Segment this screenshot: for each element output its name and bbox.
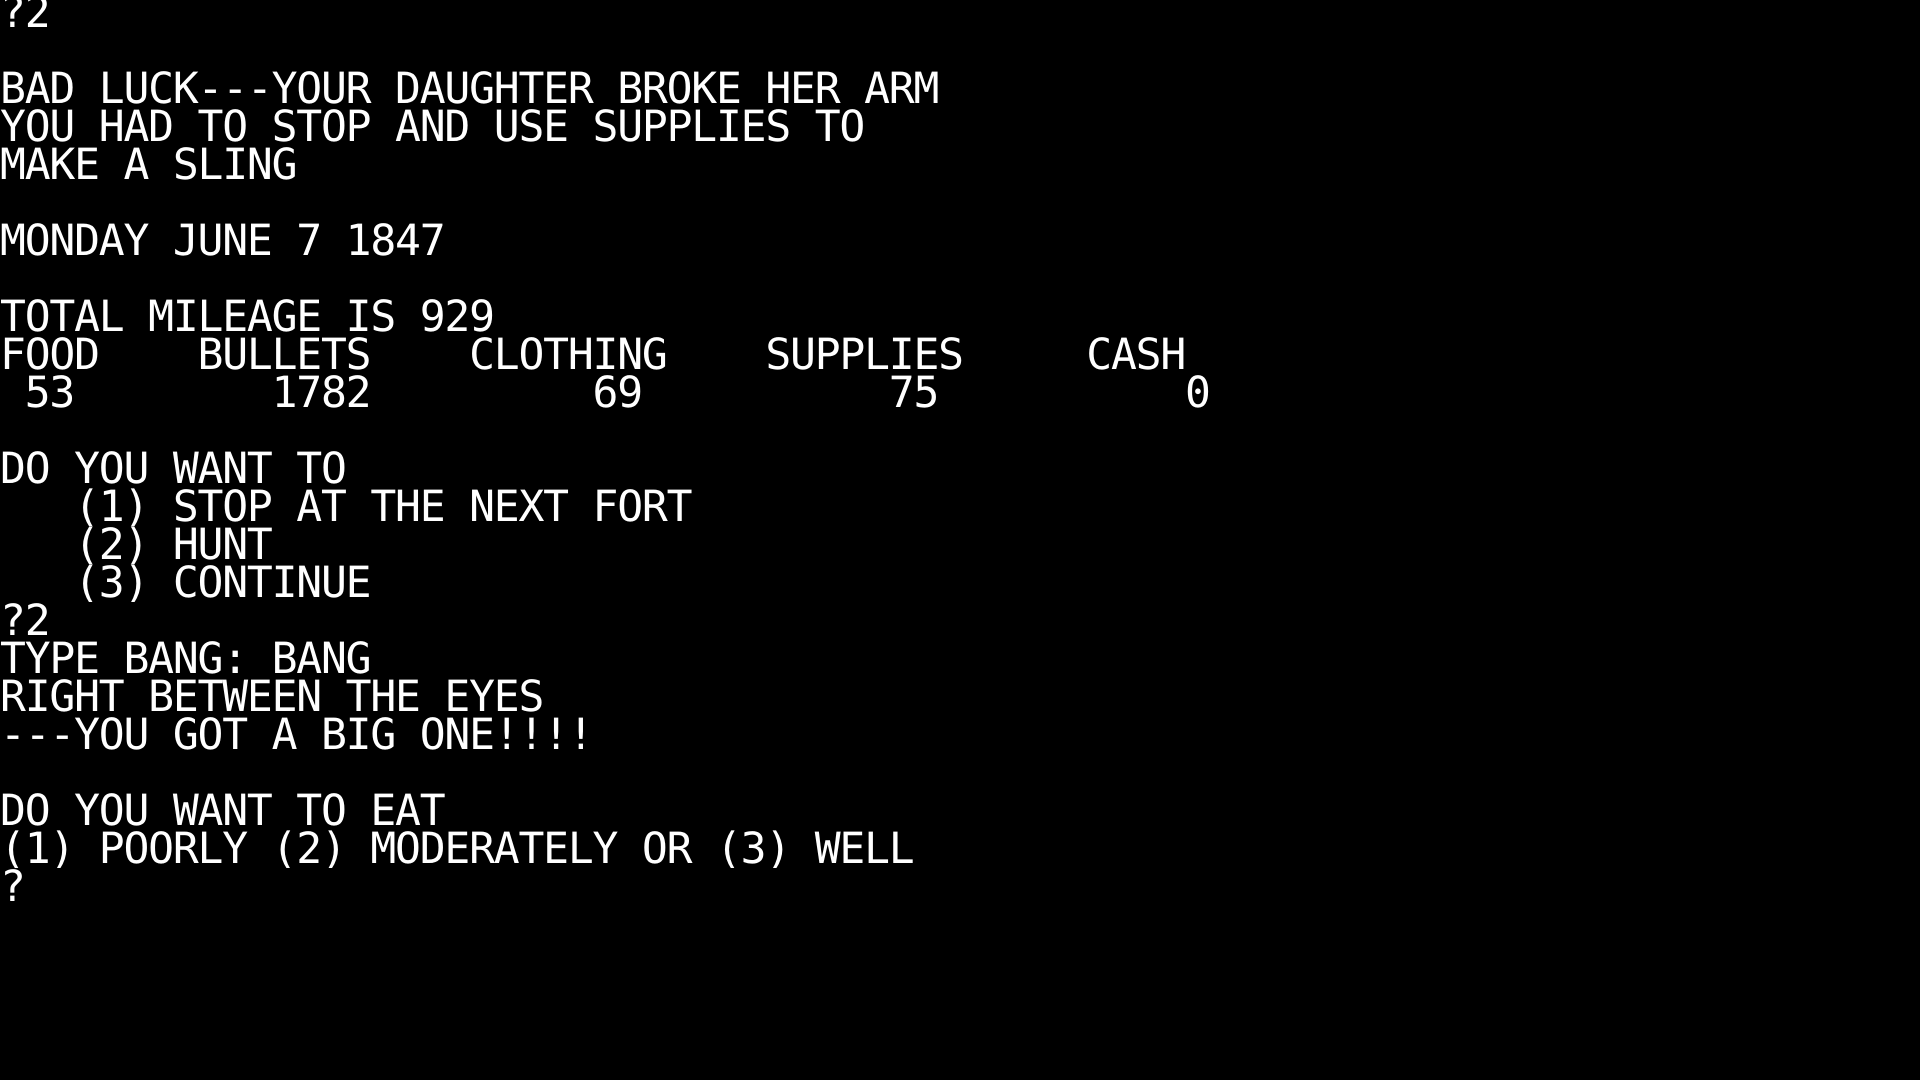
terminal-line-event-line-1: BAD LUCK---YOUR DAUGHTER BROKE HER ARM: [0, 70, 939, 108]
terminal-line-prompt-travel: DO YOU WANT TO: [0, 450, 347, 488]
terminal-line-cursor-prompt[interactable]: ?: [0, 868, 1920, 906]
terminal-line-spacer-4: [0, 412, 1920, 450]
terminal-line-spacer-3: [0, 260, 1920, 298]
terminal-output: ?2 BAD LUCK---YOUR DAUGHTER BROKE HER ARM…: [0, 0, 1920, 906]
terminal-line-echo-choice-2[interactable]: ?2: [0, 602, 1920, 640]
terminal-line-spacer-1: [0, 32, 1920, 70]
terminal-line-mileage-line: TOTAL MILEAGE IS 929: [0, 298, 495, 336]
terminal-line-hunt-line-2: RIGHT BETWEEN THE EYES: [0, 678, 544, 716]
terminal-line-option-travel-1[interactable]: (1) STOP AT THE NEXT FORT: [0, 488, 1920, 526]
terminal-line-options-eat[interactable]: (1) POORLY (2) MODERATELY OR (3) WELL: [0, 830, 1920, 868]
terminal-line-spacer-5: [0, 754, 1920, 792]
terminal-line-option-travel-3[interactable]: (3) CONTINUE: [0, 564, 1920, 602]
terminal-line-stats-values: 53 1782 69 75 0: [0, 374, 1211, 412]
terminal-screen[interactable]: ?2 BAD LUCK---YOUR DAUGHTER BROKE HER ARM…: [0, 0, 1920, 1080]
terminal-line-spacer-2: [0, 184, 1920, 222]
terminal-line-stats-header: FOOD BULLETS CLOTHING SUPPLIES CASH: [0, 336, 1186, 374]
terminal-line-option-travel-2[interactable]: (2) HUNT: [0, 526, 1920, 564]
terminal-line-echo-choice-1[interactable]: ?2: [0, 0, 1920, 32]
terminal-line-event-line-3: MAKE A SLING: [0, 146, 297, 184]
terminal-line-prompt-eat: DO YOU WANT TO EAT: [0, 792, 446, 830]
terminal-line-event-line-2: YOU HAD TO STOP AND USE SUPPLIES TO: [0, 108, 865, 146]
terminal-line-hunt-line-3: ---YOU GOT A BIG ONE!!!!: [0, 716, 594, 754]
terminal-line-hunt-line-1: TYPE BANG: BANG: [0, 640, 372, 678]
terminal-line-date-line: MONDAY JUNE 7 1847: [0, 222, 446, 260]
